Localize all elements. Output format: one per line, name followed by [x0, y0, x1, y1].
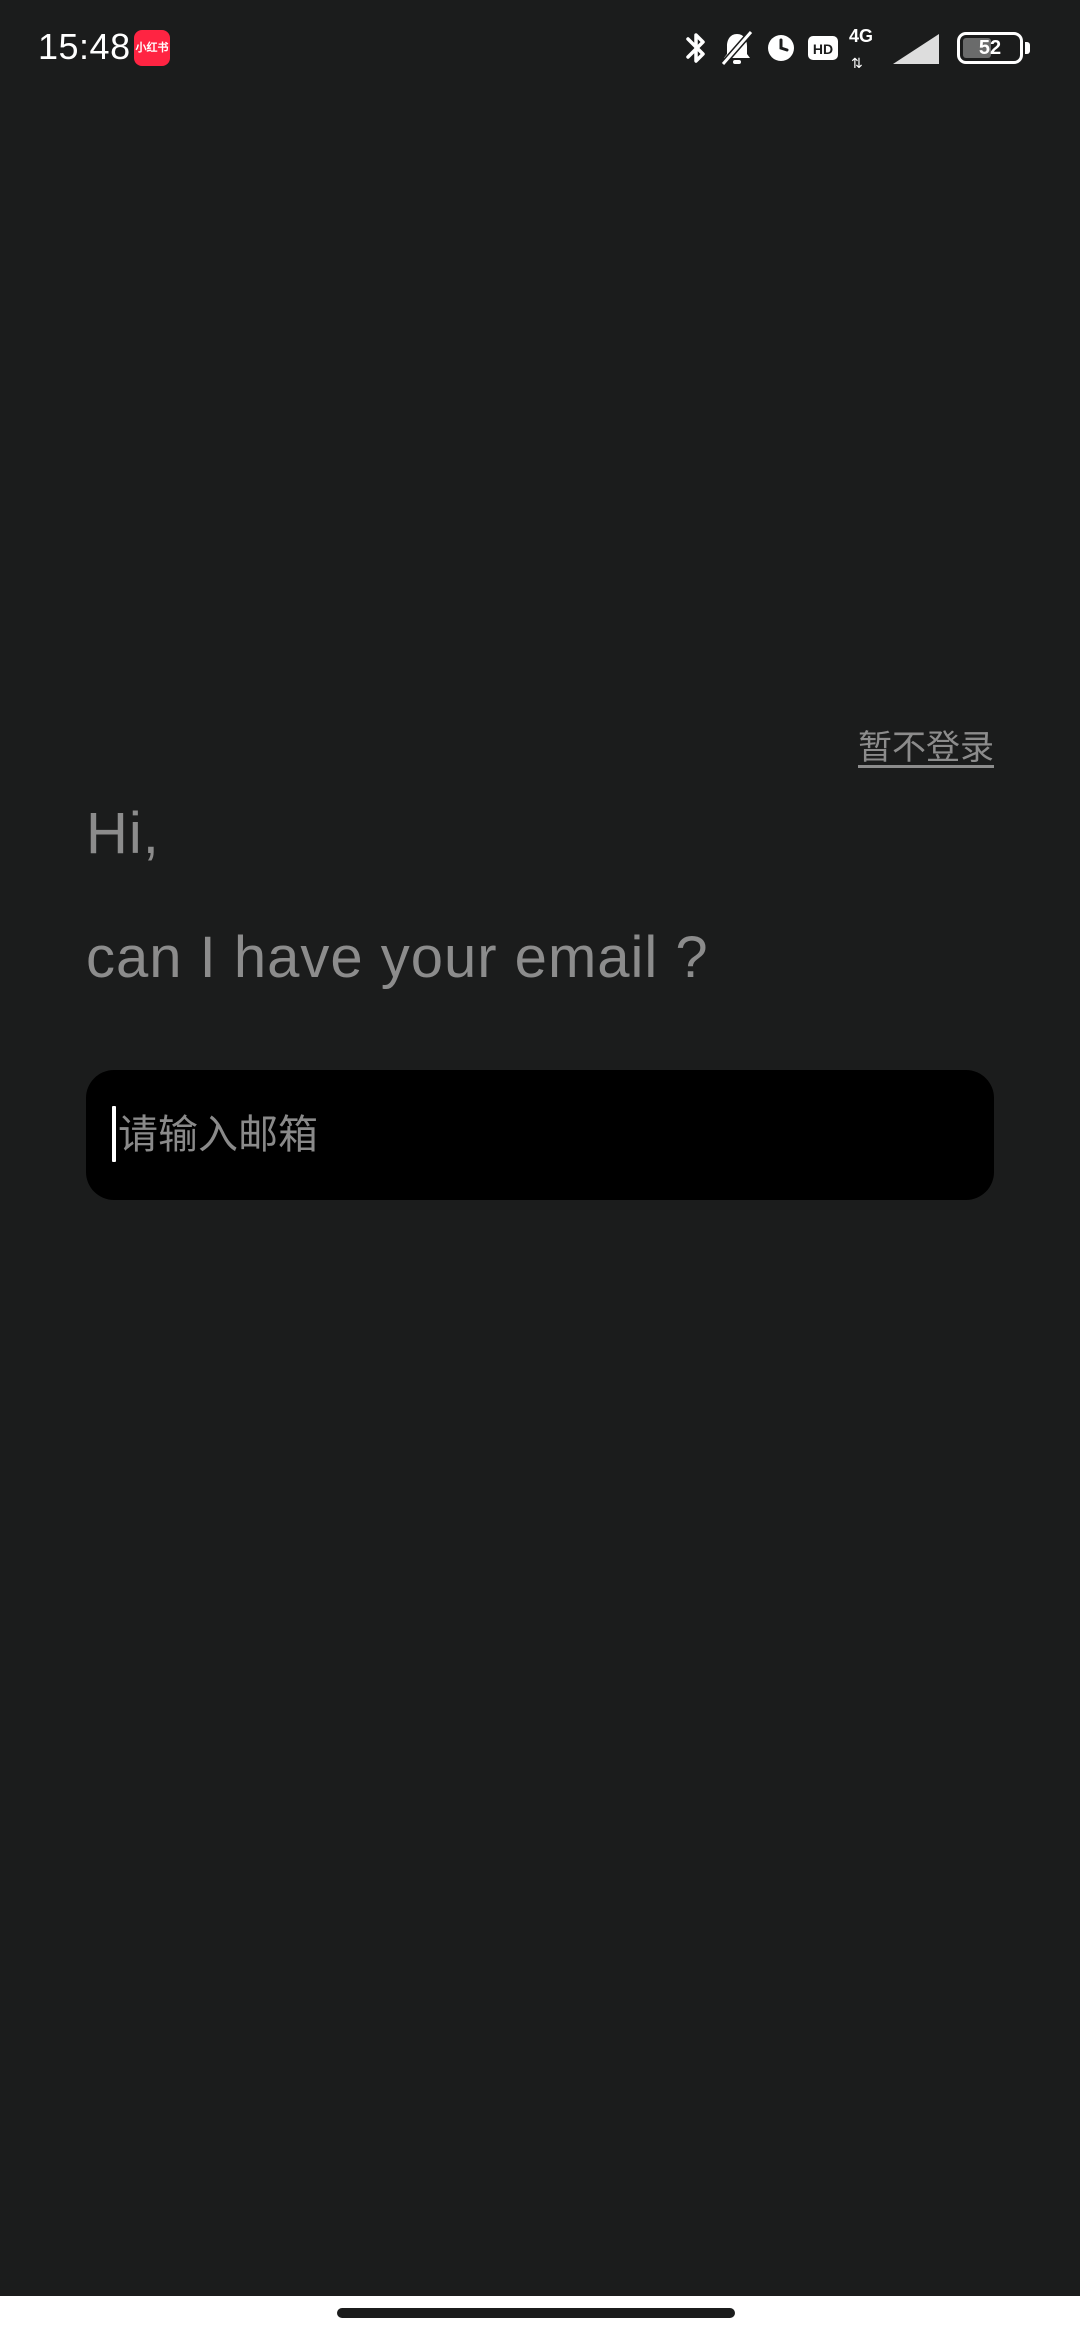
xiaohongshu-app-icon: 小红书 — [134, 30, 170, 66]
navigation-bar — [0, 2296, 1080, 2340]
home-indicator[interactable] — [337, 2308, 735, 2318]
mute-icon — [720, 30, 754, 66]
network-type: 4G — [849, 26, 874, 46]
email-input[interactable] — [112, 1070, 962, 1200]
status-bar: 15:48 小红书 HD 4G ⇅ 52 — [0, 0, 1080, 100]
status-time: 15:48 — [38, 26, 131, 67]
status-icons: HD 4G ⇅ 52 — [683, 22, 1030, 74]
alarm-icon — [768, 35, 794, 61]
email-prompt-text: can I have your email ? — [86, 925, 709, 990]
hd-label: HD — [813, 41, 833, 57]
battery-tip — [1025, 42, 1030, 54]
email-field-container[interactable] — [86, 1070, 994, 1200]
hd-icon: HD — [808, 36, 838, 60]
data-arrows-icon: ⇅ — [851, 55, 863, 71]
network-indicator: 4G ⇅ — [849, 24, 881, 72]
signal-icon — [893, 34, 939, 64]
battery-icon: 52 — [957, 32, 1023, 64]
battery-level: 52 — [978, 37, 1002, 59]
greeting-text: Hi, — [86, 801, 160, 866]
text-cursor — [112, 1106, 116, 1162]
bluetooth-icon — [686, 33, 705, 63]
skip-login-link[interactable]: 暂不登录 — [858, 720, 994, 769]
